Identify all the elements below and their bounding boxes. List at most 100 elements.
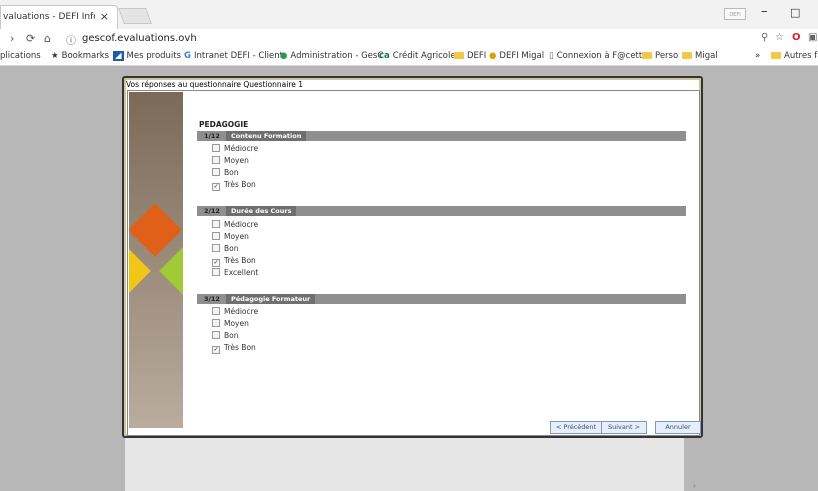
section-title: PEDAGOGIE (199, 120, 249, 129)
answer-option: Moyen (212, 319, 249, 328)
bookmark-label: Perso (655, 51, 679, 61)
bookmark-defi[interactable]: DEFI (454, 51, 486, 61)
zoom-icon[interactable]: ⚲ (761, 32, 768, 43)
folder-icon (771, 52, 781, 59)
answer-label: Très Bon (224, 180, 256, 189)
answer-label: Médiocre (224, 307, 259, 316)
bookmark-perso[interactable]: Perso (642, 51, 678, 61)
info-icon[interactable]: ⓘ (66, 32, 76, 47)
bookmark-label: Intranet DEFI - Client (193, 51, 283, 61)
bookmark-bookmarks[interactable]: ★ Bookmarks (51, 51, 109, 61)
globe-icon: ● (280, 51, 288, 61)
orange-diamond-shape (129, 203, 182, 257)
answer-label: Médiocre (224, 220, 259, 229)
answer-option: Moyen (212, 232, 249, 241)
next-button[interactable]: Suivant > (601, 421, 647, 434)
google-icon: G (184, 51, 191, 61)
green-diamond-shape (159, 244, 183, 298)
question-title: Pédagogie Formateur (226, 294, 316, 304)
folder-icon (642, 52, 652, 59)
answer-checkbox-checked[interactable]: ✓ (212, 183, 220, 191)
forward-icon[interactable]: › (10, 32, 14, 45)
answer-checkbox[interactable] (212, 307, 220, 315)
answer-checkbox-checked[interactable]: ✓ (212, 346, 220, 354)
bookmark-migal[interactable]: Migal (682, 51, 718, 61)
close-icon[interactable]: × (100, 10, 109, 23)
answer-checkbox[interactable] (212, 268, 220, 276)
bookmark-connexion[interactable]: ▯ Connexion à F@cett (549, 51, 642, 61)
question-header: 1/12 Contenu Formation (197, 131, 686, 141)
bookmark-label: Migal (695, 51, 718, 61)
answer-checkbox[interactable] (212, 144, 220, 152)
answer-option: ✓ Très Bon (212, 180, 256, 191)
reload-icon[interactable]: ⟳ (26, 32, 35, 45)
answer-option: Médiocre (212, 220, 258, 229)
question-number: 1/12 (204, 132, 220, 140)
globe-icon: ● (489, 51, 497, 61)
answer-option: ✓ Très Bon (212, 256, 256, 267)
previous-button[interactable]: < Précédent (550, 421, 602, 434)
bookmark-defi-migal[interactable]: ● DEFI Migal (489, 51, 544, 61)
answer-checkbox[interactable] (212, 319, 220, 327)
question-title: Contenu Formation (226, 131, 307, 141)
bookmark-overflow[interactable]: » (755, 51, 760, 61)
answer-option: Médiocre (212, 307, 258, 316)
dialog-title: Vos réponses au questionnaire Questionna… (126, 80, 304, 89)
answer-option: Excellent (212, 268, 258, 277)
bookmark-autres[interactable]: Autres fa (771, 51, 818, 61)
profile-badge[interactable]: DEFI (724, 8, 746, 20)
bookmark-intranet[interactable]: G Intranet DEFI - Client (184, 51, 283, 61)
bookmark-administration[interactable]: ● Administration - GesC (280, 51, 383, 61)
bookmark-label: Mes produits (126, 51, 182, 61)
answer-option: Médiocre (212, 144, 258, 153)
folder-icon (682, 52, 692, 59)
new-tab-button[interactable] (118, 8, 152, 24)
answer-label: Excellent (224, 268, 259, 277)
answer-checkbox[interactable] (212, 331, 220, 339)
answer-checkbox[interactable] (212, 156, 220, 164)
answer-label: Bon (224, 244, 239, 253)
bookmark-apps[interactable]: plications (0, 51, 41, 61)
bookmark-label: Connexion à F@cett (556, 51, 643, 61)
browser-tab[interactable]: valuations - DEFI Inform × (0, 5, 118, 29)
cancel-button[interactable]: Annuler (655, 421, 701, 434)
star-icon[interactable]: ☆ (775, 32, 784, 43)
bookmark-label: Bookmarks (61, 51, 110, 61)
scroll-down-icon[interactable]: ▾ (693, 483, 696, 490)
minimize-icon[interactable]: – (761, 4, 768, 19)
answer-checkbox[interactable] (212, 244, 220, 252)
bookmark-label: Crédit Agricole (392, 51, 456, 61)
url-text: gescof.evaluations.ovh (82, 33, 197, 44)
address-bar[interactable]: ⓘ gescof.evaluations.ovh (62, 31, 818, 47)
answer-label: Moyen (224, 156, 249, 165)
question-header: 2/12 Durée des Cours (197, 206, 686, 216)
bookmarks-bar: plications ★ Bookmarks ◢ Mes produits G Int… (0, 49, 818, 66)
answer-checkbox[interactable] (212, 220, 220, 228)
answer-checkbox[interactable] (212, 232, 220, 240)
decorative-side-panel (129, 92, 183, 428)
opera-icon[interactable]: O (792, 32, 801, 43)
address-toolbar: › ⟳ ⌂ ⓘ gescof.evaluations.ovh ⚲ ☆ O ▣ (0, 29, 818, 49)
bookmark-label: DEFI Migal (499, 51, 545, 61)
dialog-body: PEDAGOGIE 1/12 Contenu Formation Médiocr… (127, 90, 701, 436)
question-number: 2/12 (204, 207, 220, 215)
restore-icon[interactable]: □ (790, 6, 800, 19)
answer-checkbox[interactable] (212, 168, 220, 176)
bookmark-label: Autres fa (784, 51, 818, 61)
answer-label: Médiocre (224, 144, 259, 153)
bookmark-mes-produits[interactable]: ◢ Mes produits (113, 51, 181, 61)
bookmark-credit-agricole[interactable]: ca Crédit Agricole (379, 51, 456, 61)
answer-label: Très Bon (224, 256, 256, 265)
question-number: 3/12 (204, 295, 220, 303)
extension-icon[interactable]: ▣ (808, 32, 817, 43)
yellow-diamond-shape (129, 244, 151, 298)
tab-strip: valuations - DEFI Inform × DEFI – □ (0, 0, 818, 29)
questionnaire-dialog: Vos réponses au questionnaire Questionna… (122, 76, 703, 438)
home-icon[interactable]: ⌂ (44, 32, 51, 45)
answer-label: Moyen (224, 319, 249, 328)
answer-checkbox-checked[interactable]: ✓ (212, 259, 220, 267)
answer-option: Moyen (212, 156, 249, 165)
answer-option: Bon (212, 331, 239, 340)
answer-option: ✓ Très Bon (212, 343, 256, 354)
question-header: 3/12 Pédagogie Formateur (197, 294, 686, 304)
